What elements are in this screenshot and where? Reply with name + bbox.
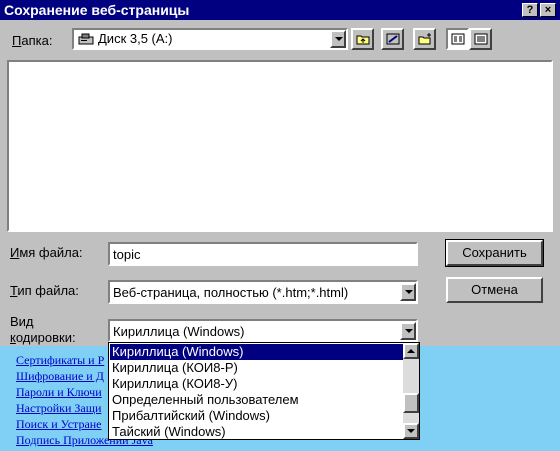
details-view-icon <box>474 33 488 45</box>
filetype-combobox[interactable]: Веб-страница, полностью (*.htm;*.html) <box>108 280 418 304</box>
dropdown-option[interactable]: Определенный пользователем <box>110 392 406 408</box>
bg-link[interactable]: Сертификаты и Р <box>16 353 104 368</box>
up-folder-button[interactable] <box>351 28 374 50</box>
scroll-thumb[interactable] <box>403 393 419 413</box>
dropdown-option[interactable]: Кириллица (КОИ8-Р) <box>110 360 406 376</box>
title-bar[interactable]: Сохранение веб-страницы ? × <box>0 0 560 20</box>
up-folder-icon <box>356 35 370 45</box>
floppy-drive-icon <box>78 33 94 45</box>
desktop-button[interactable] <box>381 28 404 50</box>
save-web-page-dialog: Сохранение веб-страницы ? × Папка: Диск … <box>0 0 560 346</box>
filetype-value: Веб-страница, полностью (*.htm;*.html) <box>113 285 349 300</box>
folder-value: Диск 3,5 (A:) <box>98 31 173 46</box>
details-view-button[interactable] <box>469 28 492 50</box>
scroll-down-icon[interactable] <box>403 423 419 439</box>
filetype-label: Тип файла: <box>10 283 79 298</box>
chevron-down-icon[interactable] <box>400 322 416 340</box>
dropdown-option[interactable]: Кириллица (КОИ8-У) <box>110 376 406 392</box>
dropdown-option[interactable]: Прибалтийский (Windows) <box>110 408 406 424</box>
bg-link[interactable]: Шифрование и Д <box>16 369 104 384</box>
bg-link[interactable]: Пароли и Ключи <box>16 385 102 400</box>
list-view-button[interactable] <box>446 28 469 50</box>
chevron-down-icon[interactable] <box>330 30 346 48</box>
save-button[interactable]: Сохранить <box>445 239 544 267</box>
dropdown-option[interactable]: Тайский (Windows) <box>110 424 406 439</box>
encoding-value: Кириллица (Windows) <box>113 324 245 339</box>
chevron-down-icon[interactable] <box>400 283 416 301</box>
dialog-title: Сохранение веб-страницы <box>4 2 190 18</box>
folder-label: Папка: <box>12 33 53 48</box>
desktop-icon <box>386 33 400 45</box>
filename-label: Имя файла: <box>10 245 83 260</box>
scroll-up-icon[interactable] <box>403 343 419 359</box>
folder-combobox[interactable]: Диск 3,5 (A:) <box>72 28 348 50</box>
dropdown-scrollbar[interactable] <box>403 343 419 439</box>
encoding-dropdown-list[interactable]: Кириллица (Windows) Кириллица (КОИ8-Р) К… <box>108 342 420 440</box>
cancel-button[interactable]: Отмена <box>446 277 543 303</box>
encoding-label-line1: Вид <box>10 314 34 329</box>
dropdown-option[interactable]: Кириллица (Windows) <box>110 344 406 360</box>
close-button[interactable]: × <box>540 3 556 17</box>
filename-value: topic <box>113 247 141 262</box>
filename-input[interactable]: topic <box>108 242 418 266</box>
bg-link[interactable]: Настройки Защи <box>16 401 101 416</box>
list-view-icon <box>451 33 465 45</box>
encoding-combobox[interactable]: Кириллица (Windows) <box>108 319 418 342</box>
new-folder-icon <box>418 33 431 45</box>
bg-link[interactable]: Поиск и Устране <box>16 417 102 432</box>
new-folder-button[interactable] <box>413 28 436 50</box>
encoding-label-line2: кодировки: <box>10 330 76 345</box>
help-button[interactable]: ? <box>522 3 538 17</box>
file-list[interactable] <box>7 60 553 232</box>
